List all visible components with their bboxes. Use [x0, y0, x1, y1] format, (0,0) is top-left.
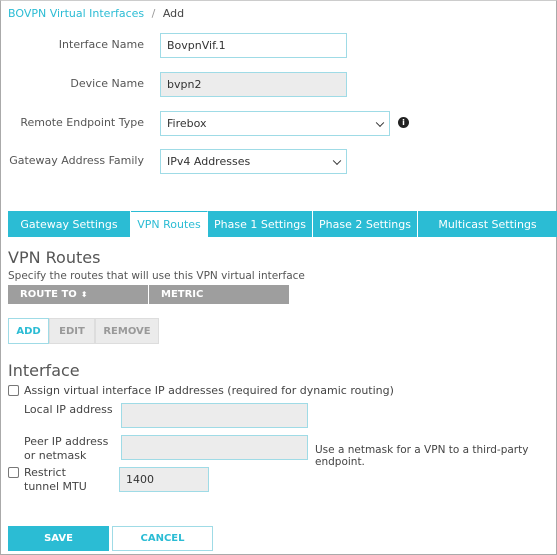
tab-gateway-settings[interactable]: Gateway Settings [8, 211, 131, 237]
interface-name-input[interactable]: BovpnVif.1 [160, 33, 347, 58]
column-header-metric[interactable]: METRIC [149, 285, 289, 304]
interface-heading: Interface [8, 361, 80, 380]
remote-endpoint-type-label: Remote Endpoint Type [20, 116, 144, 129]
peer-ip-label: Peer IP address or netmask [24, 435, 109, 462]
breadcrumb-current: Add [162, 7, 185, 20]
assign-ip-label: Assign virtual interface IP addresses (r… [24, 384, 394, 397]
breadcrumb: BOVPN Virtual Interfaces / Add [8, 7, 184, 20]
edit-button[interactable]: EDIT [49, 318, 95, 344]
add-button[interactable]: ADD [8, 318, 49, 344]
local-ip-input[interactable] [121, 403, 308, 428]
breadcrumb-parent-link[interactable]: BOVPN Virtual Interfaces [8, 7, 144, 20]
local-ip-label: Local IP address [24, 403, 113, 416]
save-button[interactable]: SAVE [8, 526, 109, 551]
gateway-address-family-select[interactable]: IPv4 Addresses [160, 149, 347, 174]
assign-ip-checkbox[interactable] [8, 385, 19, 396]
remote-endpoint-type-value: Firebox [167, 117, 207, 130]
column-header-route-to[interactable]: ROUTE TO ⬍ [8, 285, 148, 304]
device-name-label: Device Name [70, 77, 144, 90]
tab-phase1-settings[interactable]: Phase 1 Settings [208, 211, 313, 237]
remote-endpoint-type-select[interactable]: Firebox [160, 111, 390, 136]
restrict-mtu-label: Restrict tunnel MTU [24, 466, 87, 493]
vpn-routes-heading: VPN Routes [8, 248, 101, 267]
route-to-label: ROUTE TO [20, 289, 77, 300]
chevron-down-icon [332, 156, 342, 165]
cancel-button[interactable]: CANCEL [112, 526, 213, 551]
device-name-input: bvpn2 [160, 72, 347, 97]
tab-phase2-settings[interactable]: Phase 2 Settings [313, 211, 418, 237]
tab-multicast-settings[interactable]: Multicast Settings [418, 211, 557, 237]
info-icon[interactable]: i [398, 117, 409, 128]
peer-ip-hint: Use a netmask for a VPN to a third-party… [315, 444, 529, 468]
mtu-input[interactable]: 1400 [119, 467, 209, 492]
gateway-address-family-label: Gateway Address Family [9, 154, 144, 167]
restrict-mtu-checkbox[interactable] [8, 467, 19, 478]
sort-icon: ⬍ [80, 290, 88, 299]
gateway-address-family-value: IPv4 Addresses [167, 155, 251, 168]
breadcrumb-separator: / [151, 7, 156, 20]
remove-button[interactable]: REMOVE [95, 318, 159, 344]
chevron-down-icon [375, 118, 385, 127]
tab-vpn-routes[interactable]: VPN Routes [131, 211, 208, 237]
vpn-routes-description: Specify the routes that will use this VP… [8, 270, 305, 282]
interface-name-label: Interface Name [58, 38, 144, 51]
peer-ip-input[interactable] [121, 435, 308, 460]
